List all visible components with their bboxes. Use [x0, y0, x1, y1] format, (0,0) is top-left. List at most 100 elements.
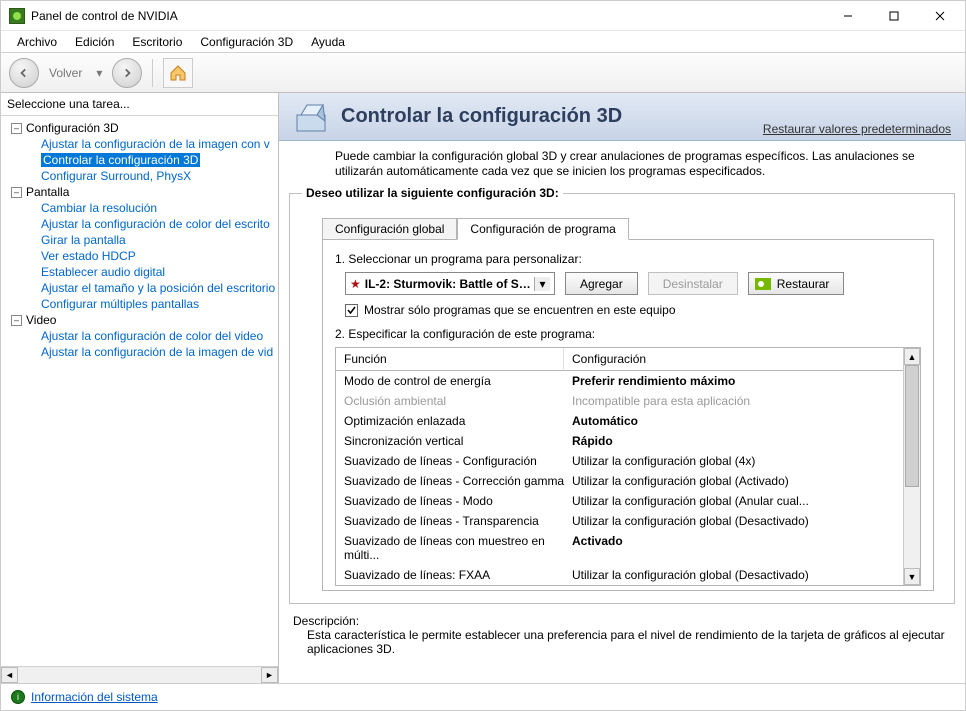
setting-value[interactable]: Utilizar la configuración global (Activa… — [572, 474, 895, 488]
table-row[interactable]: Suavizado de líneas - ModoUtilizar la co… — [336, 491, 903, 511]
intro-text: Puede cambiar la configuración global 3D… — [279, 141, 965, 187]
scroll-thumb[interactable] — [905, 365, 919, 487]
footer: i Información del sistema — [1, 683, 965, 710]
program-select[interactable]: ★ IL-2: Sturmovik: Battle of Stalin... ▾ — [345, 272, 555, 295]
setting-value[interactable]: Utilizar la configuración global (Desact… — [572, 568, 895, 582]
table-row[interactable]: Suavizado de líneas - Corrección gammaUt… — [336, 471, 903, 491]
tree-item-desktop-color[interactable]: Ajustar la configuración de color del es… — [41, 216, 278, 232]
setting-value[interactable]: Rápido — [572, 434, 895, 448]
setting-value[interactable]: Incompatible para esta aplicación — [572, 394, 895, 408]
tab-program[interactable]: Configuración de programa — [457, 218, 628, 240]
scroll-left-icon[interactable]: ◄ — [1, 667, 18, 683]
menu-edicion[interactable]: Edición — [69, 35, 120, 49]
tree-item-resolution[interactable]: Cambiar la resolución — [41, 200, 278, 216]
panel-legend: Deseo utilizar la siguiente configuració… — [302, 186, 563, 200]
th-config[interactable]: Configuración — [564, 348, 903, 371]
tree-item-video-color[interactable]: Ajustar la configuración de color del vi… — [41, 328, 278, 344]
setting-name: Modo de control de energía — [344, 374, 572, 388]
tree-cat-3d[interactable]: –Configuración 3D — [11, 120, 278, 136]
program-selected-text: IL-2: Sturmovik: Battle of Stalin... — [365, 277, 534, 291]
setting-name: Sincronización vertical — [344, 434, 572, 448]
menu-archivo[interactable]: Archivo — [11, 35, 63, 49]
maximize-button[interactable] — [871, 2, 917, 30]
restore-button[interactable]: Restaurar — [748, 272, 845, 295]
collapse-icon[interactable]: – — [11, 187, 22, 198]
remove-button: Desinstalar — [648, 272, 738, 295]
table-header: Función Configuración — [336, 348, 903, 371]
table-vscrollbar[interactable]: ▲ ▼ — [903, 348, 920, 585]
header-3d-icon — [293, 99, 329, 135]
tree-item-manage-3d[interactable]: Controlar la configuración 3D — [41, 152, 278, 168]
settings-panel: Deseo utilizar la siguiente configuració… — [289, 193, 955, 604]
chevron-down-icon[interactable]: ▾ — [534, 277, 550, 291]
content-pane: Controlar la configuración 3D Restaurar … — [279, 93, 965, 683]
table-row[interactable]: Suavizado de líneas: FXAAUtilizar la con… — [336, 565, 903, 585]
show-only-installed-checkbox[interactable]: Mostrar sólo programas que se encuentren… — [345, 303, 921, 317]
sidebar: Seleccione una tarea... –Configuración 3… — [1, 93, 279, 683]
table-row[interactable]: Sincronización verticalRápido — [336, 431, 903, 451]
tree-item-image-settings[interactable]: Ajustar la configuración de la imagen co… — [41, 136, 278, 152]
collapse-icon[interactable]: – — [11, 123, 22, 134]
collapse-icon[interactable]: – — [11, 315, 22, 326]
home-button[interactable] — [163, 58, 193, 88]
setting-name: Suavizado de líneas con muestreo en múlt… — [344, 534, 572, 562]
tree-cat-display[interactable]: –Pantalla — [11, 184, 278, 200]
scroll-down-icon[interactable]: ▼ — [904, 568, 920, 585]
setting-name: Suavizado de líneas - Transparencia — [344, 514, 572, 528]
star-icon: ★ — [350, 277, 361, 291]
back-dropdown-icon[interactable]: ▾ — [96, 66, 102, 80]
tree-item-rotate[interactable]: Girar la pantalla — [41, 232, 278, 248]
restore-defaults-link[interactable]: Restaurar valores predeterminados — [763, 122, 951, 136]
scroll-track[interactable] — [904, 365, 920, 568]
checkbox-icon[interactable] — [345, 304, 358, 317]
tree-item-surround-physx[interactable]: Configurar Surround, PhysX — [41, 168, 278, 184]
setting-value[interactable]: Utilizar la configuración global (Anular… — [572, 494, 895, 508]
setting-value[interactable]: Utilizar la configuración global (4x) — [572, 454, 895, 468]
minimize-button[interactable] — [825, 2, 871, 30]
scroll-up-icon[interactable]: ▲ — [904, 348, 920, 365]
sidebar-hscrollbar[interactable]: ◄ ► — [1, 666, 278, 683]
forward-button[interactable] — [112, 58, 142, 88]
tree-item-digital-audio[interactable]: Establecer audio digital — [41, 264, 278, 280]
table-row[interactable]: Optimización enlazadaAutomático — [336, 411, 903, 431]
scroll-track[interactable] — [18, 667, 261, 683]
menu-escritorio[interactable]: Escritorio — [126, 35, 188, 49]
tree-item-video-image[interactable]: Ajustar la configuración de la imagen de… — [41, 344, 278, 360]
tree-item-multi-display[interactable]: Configurar múltiples pantallas — [41, 296, 278, 312]
window-title: Panel de control de NVIDIA — [31, 9, 825, 23]
table-row[interactable]: Suavizado de líneas - TransparenciaUtili… — [336, 511, 903, 531]
menu-config-3d[interactable]: Configuración 3D — [194, 35, 299, 49]
tree-cat-video[interactable]: –Video — [11, 312, 278, 328]
table-row[interactable]: Suavizado de líneas - ConfiguraciónUtili… — [336, 451, 903, 471]
tree-item-desktop-size[interactable]: Ajustar el tamaño y la posición del escr… — [41, 280, 278, 296]
toolbar: Volver ▾ — [1, 53, 965, 93]
sysinfo-link[interactable]: Información del sistema — [31, 690, 158, 704]
setting-value[interactable]: Utilizar la configuración global (Desact… — [572, 514, 895, 528]
tab-body: 1. Seleccionar un programa para personal… — [322, 239, 934, 591]
menu-ayuda[interactable]: Ayuda — [305, 35, 351, 49]
setting-value[interactable]: Activado — [572, 534, 895, 562]
setting-name: Suavizado de líneas - Corrección gamma — [344, 474, 572, 488]
checkbox-label: Mostrar sólo programas que se encuentren… — [364, 303, 676, 317]
tab-global[interactable]: Configuración global — [322, 218, 457, 240]
step1-label: 1. Seleccionar un programa para personal… — [335, 252, 921, 266]
close-button[interactable] — [917, 2, 963, 30]
description-label: Descripción: — [293, 614, 945, 628]
page-header: Controlar la configuración 3D Restaurar … — [279, 93, 965, 141]
table-row[interactable]: Suavizado de líneas con muestreo en múlt… — [336, 531, 903, 565]
add-button[interactable]: Agregar — [565, 272, 638, 295]
th-function[interactable]: Función — [336, 348, 564, 371]
setting-name: Optimización enlazada — [344, 414, 572, 428]
table-row[interactable]: Modo de control de energíaPreferir rendi… — [336, 371, 903, 391]
tree-item-hdcp[interactable]: Ver estado HDCP — [41, 248, 278, 264]
table-row[interactable]: Oclusión ambientalIncompatible para esta… — [336, 391, 903, 411]
scroll-right-icon[interactable]: ► — [261, 667, 278, 683]
menubar: Archivo Edición Escritorio Configuración… — [1, 31, 965, 53]
app-icon — [9, 8, 25, 24]
toolbar-separator — [152, 59, 153, 87]
step2-label: 2. Especificar la configuración de este … — [335, 327, 921, 341]
setting-value[interactable]: Preferir rendimiento máximo — [572, 374, 895, 388]
sidebar-title: Seleccione una tarea... — [1, 93, 278, 116]
back-button[interactable] — [9, 58, 39, 88]
setting-value[interactable]: Automático — [572, 414, 895, 428]
